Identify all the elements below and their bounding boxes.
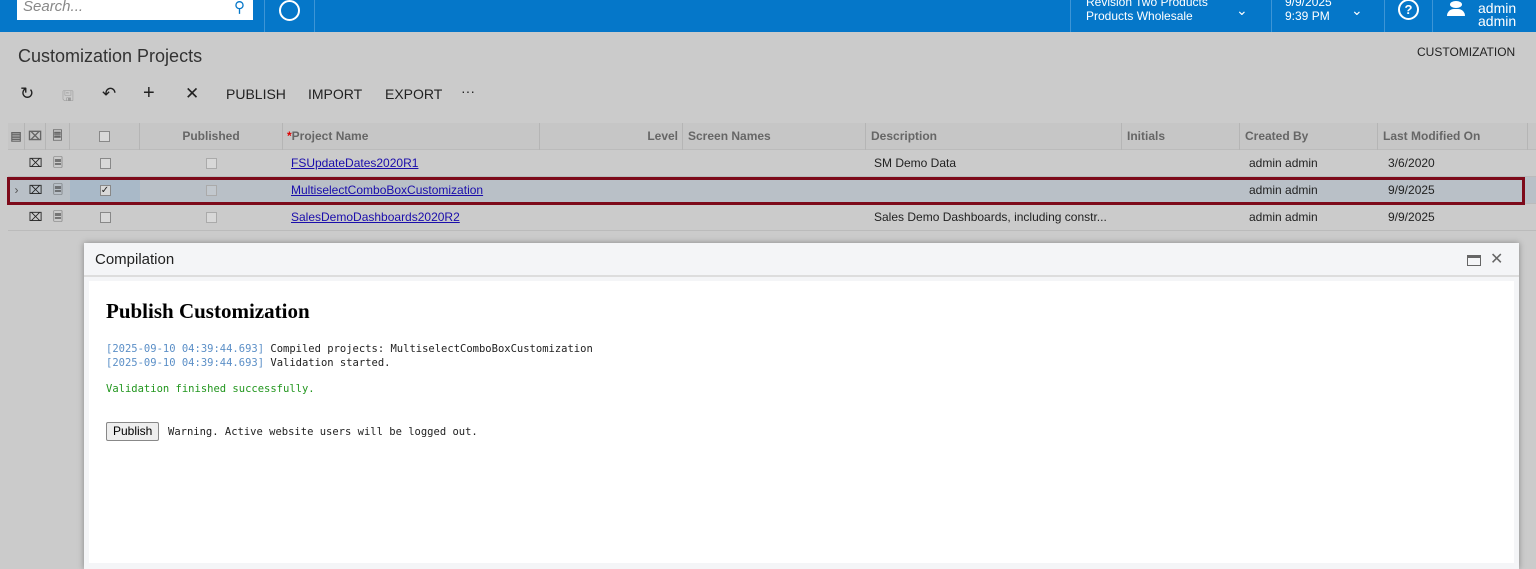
table-row[interactable]: ⌧ 🗏 FSUpdateDates2020R1 SM Demo Data adm… [8, 150, 1536, 177]
note-icon[interactable]: 🗏 [46, 150, 70, 177]
search-placeholder: Search... [23, 0, 84, 15]
branch-name: Products Wholesale [1086, 9, 1193, 23]
col-last-modified[interactable]: Last Modified On [1378, 123, 1528, 150]
last-modified-cell: 9/9/2025 [1388, 210, 1435, 224]
dialog-header: Compilation ✕ [84, 243, 1519, 277]
publish-confirm-button[interactable]: Publish [106, 422, 160, 441]
attachment-icon: ⌧ [25, 123, 46, 150]
business-date: 9/9/2025 [1285, 0, 1332, 9]
col-level[interactable]: Level [540, 123, 683, 150]
description-cell: SM Demo Data [874, 156, 957, 170]
more-button[interactable]: ··· [461, 83, 475, 99]
col-screen-names[interactable]: Screen Names [683, 123, 866, 150]
user-icon [1450, 1, 1462, 8]
select-all-checkbox[interactable] [99, 131, 110, 143]
description-cell: Sales Demo Dashboards, including constr.… [874, 210, 1107, 224]
table-row[interactable]: ⌧ 🗏 SalesDemoDashboards2020R2 Sales Demo… [8, 204, 1536, 231]
help-icon[interactable]: ? [1398, 0, 1419, 20]
maximize-icon[interactable] [1467, 255, 1481, 266]
col-project-name[interactable]: *Project Name [283, 123, 540, 150]
col-initials[interactable]: Initials [1122, 123, 1240, 150]
col-created-by[interactable]: Created By [1240, 123, 1378, 150]
note-icon: 🗏 [46, 123, 70, 150]
chevron-down-icon: ⌄ [1351, 2, 1363, 18]
dialog-heading: Publish Customization [106, 299, 310, 323]
published-checkbox [206, 158, 217, 170]
delete-icon[interactable]: ✕ [185, 84, 199, 104]
dialog-title: Compilation [95, 251, 175, 268]
grid-header: ▤ ⌧ 🗏 Published *Project Name Level Scre… [8, 123, 1536, 150]
published-checkbox [206, 212, 217, 224]
dialog-body: Publish Customization [2025-09-10 04:39:… [89, 281, 1514, 563]
log-line: [2025-09-10 04:39:44.693] Compiled proje… [106, 343, 593, 355]
row-select-checkbox[interactable] [99, 212, 111, 224]
row-selector-icon[interactable]: ▤ [8, 123, 25, 150]
log-line: [2025-09-10 04:39:44.693] Validation sta… [106, 357, 391, 369]
undo-icon[interactable]: ↶ [102, 84, 116, 104]
warning-text: Warning. Active website users will be lo… [168, 426, 478, 438]
export-button[interactable]: EXPORT [385, 86, 442, 102]
last-modified-cell: 3/6/2020 [1388, 156, 1435, 170]
close-icon[interactable]: ✕ [1490, 243, 1503, 277]
compilation-dialog: Compilation ✕ Publish Customization [202… [84, 243, 1519, 569]
col-published[interactable]: Published [140, 123, 283, 150]
import-button[interactable]: IMPORT [308, 86, 362, 102]
attachment-icon[interactable]: ⌧ [25, 204, 46, 231]
refresh-icon[interactable]: ↻ [20, 84, 34, 104]
page-title: Customization Projects [18, 46, 203, 66]
col-description[interactable]: Description [866, 123, 1122, 150]
created-by-cell: admin admin [1249, 210, 1318, 224]
top-bar: Search... ⚲ Revision Two Products Product… [0, 0, 1536, 32]
search-icon[interactable]: ⚲ [234, 0, 245, 17]
add-icon[interactable]: + [143, 82, 155, 105]
company-name: Revision Two Products [1086, 0, 1208, 9]
customization-menu[interactable]: CUSTOMIZATION [1417, 45, 1515, 59]
attachment-icon[interactable]: ⌧ [25, 150, 46, 177]
row-select-checkbox[interactable] [99, 158, 111, 170]
chevron-down-icon: ⌄ [1236, 2, 1248, 18]
project-name-link[interactable]: FSUpdateDates2020R1 [291, 156, 418, 170]
publish-button[interactable]: PUBLISH [226, 86, 286, 102]
save-icon[interactable]: 🖫 [62, 86, 74, 110]
success-message: Validation finished successfully. [106, 383, 315, 395]
user-name: admin admin [1478, 0, 1517, 29]
created-by-cell: admin admin [1249, 156, 1318, 170]
note-icon[interactable]: 🗏 [46, 204, 70, 231]
history-icon[interactable] [279, 0, 300, 21]
project-name-link[interactable]: SalesDemoDashboards2020R2 [291, 210, 460, 224]
business-time: 9:39 PM [1285, 9, 1330, 23]
search-input[interactable]: Search... ⚲ [17, 0, 253, 20]
selected-row-highlight [7, 177, 1525, 205]
